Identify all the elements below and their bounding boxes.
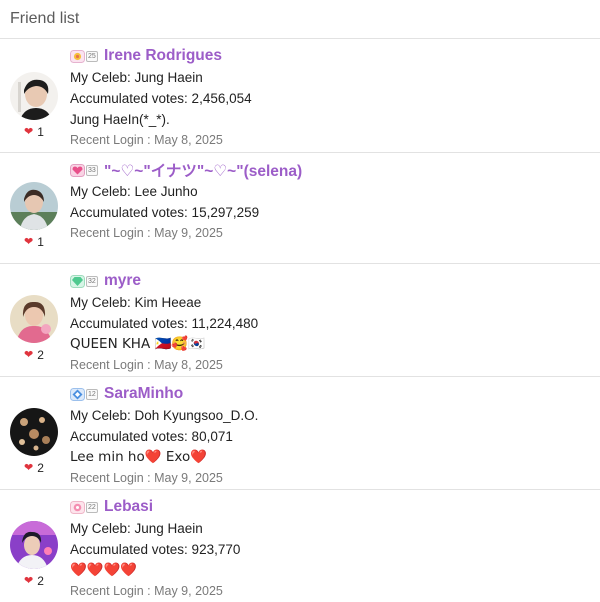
- votes-text: Accumulated votes: 923,770: [70, 542, 241, 557]
- celeb-text: My Celeb: Kim Heeae: [70, 295, 202, 310]
- avatar-column: ❤ 2: [9, 521, 59, 588]
- avatar[interactable]: [10, 72, 58, 120]
- level-gem-icon: [70, 387, 85, 401]
- avatar[interactable]: [10, 182, 58, 230]
- friend-list-header: Friend list: [0, 0, 600, 39]
- friend-row[interactable]: ❤ 2 12 SaraMinho My Celeb: Doh Kyungsoo_…: [0, 377, 600, 490]
- heart-icon: ❤: [24, 461, 34, 474]
- friend-info: 25 Irene Rodrigues My Celeb: Jung Haein …: [70, 45, 590, 150]
- recent-login: Recent Login : May 9, 2025: [70, 226, 223, 240]
- friend-row[interactable]: ❤ 1 25 Irene Rodrigues My Celeb: Jung Ha…: [0, 39, 600, 153]
- avatar[interactable]: [10, 295, 58, 343]
- level-gem-icon: [70, 163, 85, 177]
- celeb-text: My Celeb: Lee Junho: [70, 184, 198, 199]
- friend-name[interactable]: Irene Rodrigues: [104, 47, 222, 65]
- votes-text: Accumulated votes: 11,224,480: [70, 316, 259, 331]
- like-count[interactable]: ❤ 1: [9, 125, 59, 139]
- avatar-column: ❤ 1: [9, 182, 59, 249]
- friend-row[interactable]: ❤ 2 32 myre My Celeb: Kim Heeae Accumula…: [0, 264, 600, 377]
- friend-info: 33 "~♡~"イナツ"~♡~"(selena) My Celeb: Lee J…: [70, 159, 590, 243]
- heart-icon: ❤: [24, 235, 34, 248]
- level-badge: 32: [70, 273, 98, 289]
- friend-row[interactable]: ❤ 1 33 "~♡~"イナツ"~♡~"(selena) My Celeb: L…: [0, 153, 600, 264]
- level-badge: 12: [70, 386, 98, 402]
- friend-info: 32 myre My Celeb: Kim Heeae Accumulated …: [70, 270, 590, 375]
- friend-row[interactable]: ❤ 2 22 Lebasi My Celeb: Jung Haein Accum…: [0, 490, 600, 602]
- votes-text: Accumulated votes: 2,456,054: [70, 91, 252, 106]
- friend-info: 12 SaraMinho My Celeb: Doh Kyungsoo_D.O.…: [70, 383, 590, 488]
- avatar-column: ❤ 1: [9, 72, 59, 139]
- votes-text: Accumulated votes: 80,071: [70, 429, 233, 444]
- page-title: Friend list: [10, 10, 80, 27]
- recent-login: Recent Login : May 9, 2025: [70, 471, 223, 485]
- avatar[interactable]: [10, 521, 58, 569]
- level-badge: 25: [70, 48, 98, 64]
- status-message: Jung HaeIn(*_*).: [70, 112, 170, 127]
- level-badge: 22: [70, 499, 98, 515]
- friend-name[interactable]: myre: [104, 272, 141, 290]
- level-gem-icon: [70, 49, 85, 63]
- level-gem-icon: [70, 274, 85, 288]
- friend-list: ❤ 1 25 Irene Rodrigues My Celeb: Jung Ha…: [0, 39, 600, 602]
- friend-name[interactable]: Lebasi: [104, 498, 153, 516]
- recent-login: Recent Login : May 8, 2025: [70, 133, 223, 147]
- like-count[interactable]: ❤ 2: [9, 461, 59, 475]
- avatar-column: ❤ 2: [9, 408, 59, 475]
- like-count[interactable]: ❤ 1: [9, 235, 59, 249]
- heart-icon: ❤: [24, 348, 34, 361]
- level-gem-icon: [70, 500, 85, 514]
- heart-icon: ❤: [24, 125, 34, 138]
- celeb-text: My Celeb: Jung Haein: [70, 521, 203, 536]
- like-count[interactable]: ❤ 2: [9, 348, 59, 362]
- status-message: ❤️❤️❤️❤️: [70, 562, 138, 578]
- level-badge: 33: [70, 162, 98, 178]
- celeb-text: My Celeb: Doh Kyungsoo_D.O.: [70, 408, 259, 423]
- status-message: Lee min ho❤️ Exo❤️: [70, 449, 208, 465]
- like-count[interactable]: ❤ 2: [9, 574, 59, 588]
- avatar-column: ❤ 2: [9, 295, 59, 362]
- friend-info: 22 Lebasi My Celeb: Jung Haein Accumulat…: [70, 496, 590, 601]
- friend-name[interactable]: "~♡~"イナツ"~♡~"(selena): [104, 159, 302, 181]
- avatar[interactable]: [10, 408, 58, 456]
- heart-icon: ❤: [24, 574, 34, 587]
- status-message: QUEEN KHA 🇵🇭🥰🇰🇷: [70, 336, 205, 352]
- celeb-text: My Celeb: Jung Haein: [70, 70, 203, 85]
- recent-login: Recent Login : May 8, 2025: [70, 358, 223, 372]
- friend-name[interactable]: SaraMinho: [104, 385, 183, 403]
- votes-text: Accumulated votes: 15,297,259: [70, 205, 260, 220]
- recent-login: Recent Login : May 9, 2025: [70, 584, 223, 598]
